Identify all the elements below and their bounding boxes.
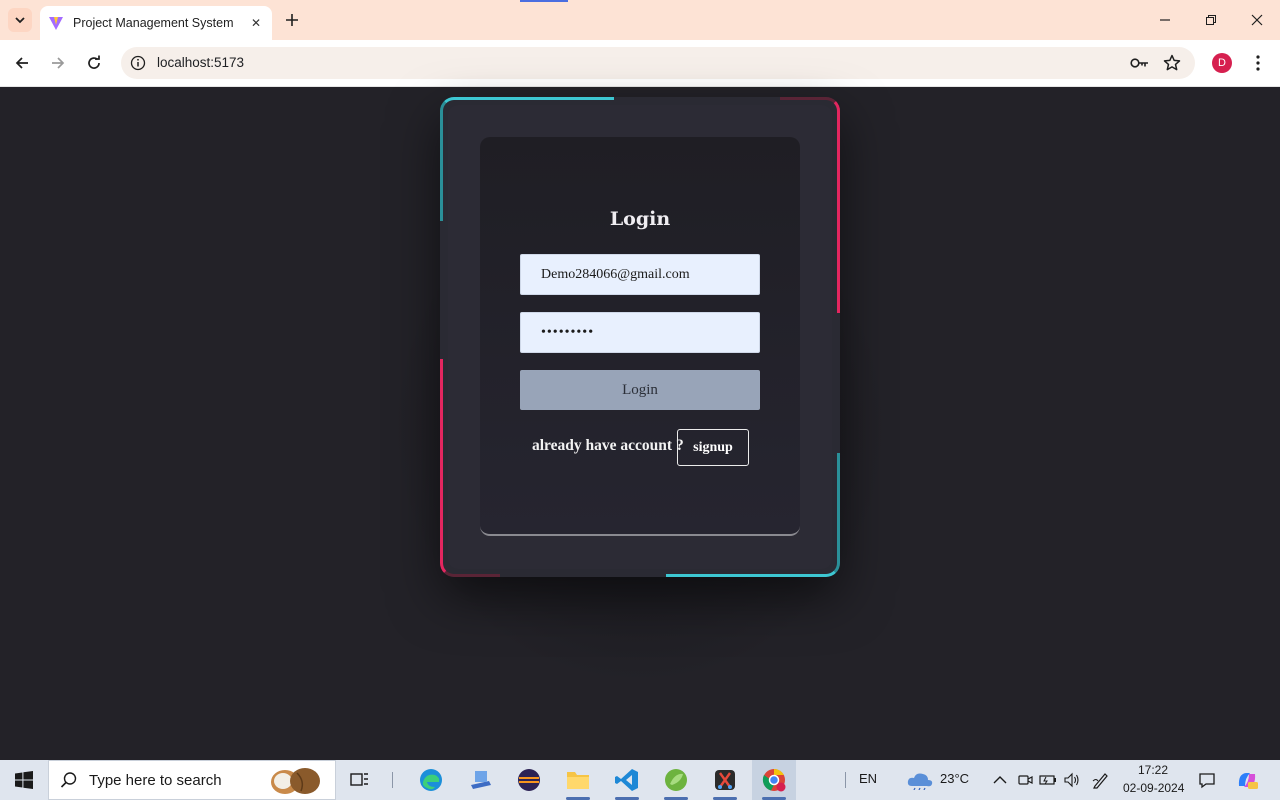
meet-now-icon[interactable] [1015, 770, 1035, 790]
taskbar-app-edge[interactable] [409, 760, 453, 800]
taskbar-separator [845, 772, 846, 788]
address-bar[interactable]: localhost:5173 [121, 47, 1195, 79]
login-heading: Login [609, 208, 671, 230]
reload-icon [88, 55, 100, 69]
clock-date[interactable]: 02-09-2024 [1123, 781, 1184, 795]
vscode-icon [615, 769, 638, 791]
search-placeholder: Type here to search [89, 771, 222, 789]
network-app-icon [471, 771, 491, 789]
taskbar-app-file-explorer[interactable] [556, 760, 600, 800]
site-info-icon[interactable] [129, 54, 147, 72]
taskbar-app-snipping[interactable] [703, 760, 747, 800]
browser-tab[interactable]: Project Management System ✕ [40, 6, 272, 40]
windows-logo-icon [15, 771, 33, 789]
arrow-right-icon [52, 57, 65, 69]
browser-toolbar: localhost:5173 D [0, 40, 1280, 87]
taskbar-app-spring[interactable] [654, 760, 698, 800]
plus-icon [286, 14, 298, 26]
login-button[interactable]: Login [520, 370, 760, 410]
notification-icon[interactable] [1197, 770, 1217, 790]
chevron-up-icon[interactable] [990, 770, 1010, 790]
clock-time[interactable]: 17:22 [1138, 763, 1168, 777]
more-vertical-icon [1256, 55, 1260, 71]
language-indicator[interactable]: EN [859, 771, 877, 786]
bookmark-star-icon[interactable] [1161, 53, 1183, 73]
tab-search-button[interactable] [8, 8, 32, 32]
weather-temperature[interactable]: 23°C [940, 771, 969, 786]
close-icon [1251, 14, 1263, 26]
snipping-tool-icon [715, 770, 735, 790]
browser-tab-bar: Project Management System ✕ [0, 0, 1280, 40]
coconut-highlight-icon [267, 767, 323, 795]
taskbar-app-vscode[interactable] [605, 760, 649, 800]
taskbar-separator [392, 772, 393, 788]
weather-cloud-icon[interactable] [906, 770, 934, 790]
restore-button[interactable] [1199, 8, 1223, 32]
eclipse-ide-icon [518, 769, 540, 791]
reload-button[interactable] [82, 51, 106, 75]
new-tab-button[interactable] [282, 10, 302, 30]
forward-button[interactable] [46, 51, 70, 75]
chrome-browser-icon [762, 768, 786, 792]
profile-avatar[interactable]: D [1212, 53, 1232, 73]
copilot-icon[interactable] [1236, 770, 1258, 790]
password-key-icon[interactable] [1129, 53, 1151, 73]
vite-logo-icon [48, 15, 64, 31]
chevron-down-icon [15, 17, 25, 24]
battery-icon[interactable] [1038, 770, 1058, 790]
back-button[interactable] [10, 51, 34, 75]
tab-title: Project Management System [73, 16, 234, 30]
signup-button[interactable]: signup [677, 429, 749, 466]
account-prompt-text: already have account ? [532, 437, 684, 454]
url-text: localhost:5173 [157, 55, 245, 70]
windows-taskbar: Type here to search EN 23°C 17:22 02-09-… [0, 760, 1280, 800]
spring-tool-icon [665, 769, 687, 791]
task-view-button[interactable] [338, 760, 382, 800]
password-input[interactable]: ••••••••• [520, 312, 760, 353]
volume-icon[interactable] [1062, 770, 1082, 790]
email-input[interactable]: Demo284066@gmail.com [520, 254, 760, 295]
minimize-icon [1160, 19, 1170, 21]
taskbar-search-box[interactable]: Type here to search [48, 760, 336, 800]
close-tab-icon[interactable]: ✕ [248, 15, 264, 31]
restore-icon [1206, 15, 1216, 25]
close-window-button[interactable] [1245, 8, 1269, 32]
pen-workspace-icon[interactable] [1091, 770, 1111, 790]
minimize-button[interactable] [1153, 8, 1177, 32]
browser-menu-button[interactable] [1248, 51, 1268, 75]
start-button[interactable] [0, 760, 48, 800]
taskbar-app-chrome[interactable] [752, 760, 796, 800]
arrow-left-icon [15, 57, 28, 69]
edge-browser-icon [420, 769, 442, 791]
search-icon [49, 760, 89, 800]
task-view-icon [350, 773, 368, 786]
folder-icon [567, 772, 589, 789]
taskbar-app-eclipse[interactable] [507, 760, 551, 800]
loading-indicator [520, 0, 568, 2]
taskbar-app-vpn[interactable] [458, 760, 502, 800]
